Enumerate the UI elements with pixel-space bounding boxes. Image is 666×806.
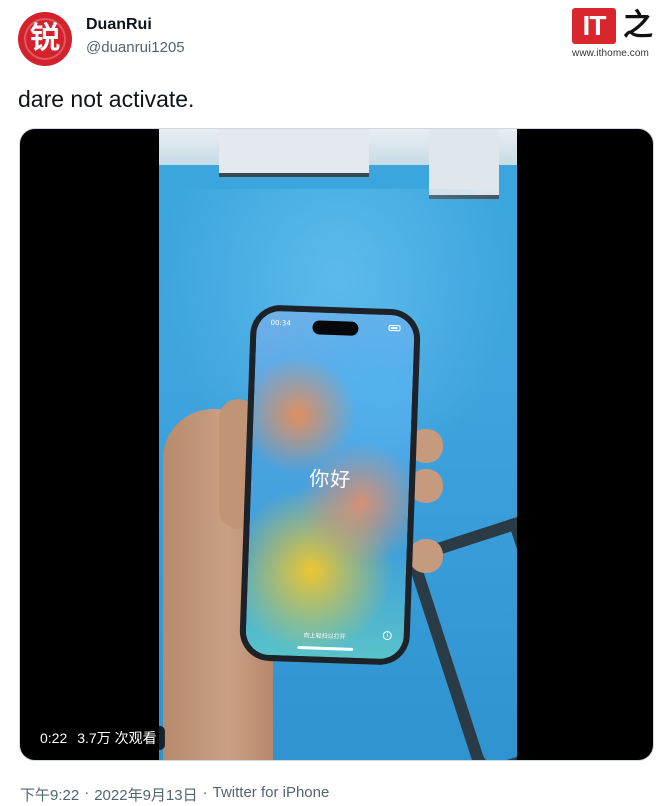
tweet-text: dare not activate. [18, 86, 195, 112]
home-indicator [297, 645, 354, 651]
video-info-overlay: 0:22 3.7万 次观看 [32, 726, 165, 750]
phone-greeting: 你好 [308, 466, 352, 492]
logo-url: www.ithome.com [572, 48, 649, 59]
dynamic-island [312, 320, 359, 336]
background-cabinet [219, 129, 369, 177]
video-player[interactable]: 00:34 你好 向上轻扫以打开 i 0:22 3.7万 次观看 [19, 128, 654, 761]
meta-separator: · [84, 784, 90, 801]
phone-swipe-hint: 向上轻扫以打开 [303, 632, 346, 641]
tweet-meta: 下午9:22 · 2022年9月13日 · Twitter for iPhone [20, 784, 329, 805]
phone: 00:34 你好 向上轻扫以打开 i [238, 304, 422, 666]
finger [409, 539, 443, 573]
author-avatar[interactable]: 锐 [18, 12, 72, 66]
logo-char: 之 [623, 8, 653, 43]
battery-icon [388, 324, 401, 332]
ithome-watermark-logo: IT 之 www.ithome.com [572, 8, 658, 60]
video-frame[interactable]: 00:34 你好 向上轻扫以打开 i [159, 129, 517, 760]
tweet-date[interactable]: 2022年9月13日 [94, 784, 197, 805]
phone-status-time: 00:34 [270, 318, 291, 328]
tweet-source[interactable]: Twitter for iPhone [213, 784, 330, 805]
phone-screen: 00:34 你好 向上轻扫以打开 i [245, 310, 415, 660]
logo-letters: IT [572, 8, 616, 44]
author-display-name[interactable]: DuanRui [86, 16, 152, 34]
author-handle[interactable]: @duanrui1205 [86, 39, 185, 56]
video-view-count: 3.7万 次观看 [77, 730, 157, 746]
tweet-time[interactable]: 下午9:22 [20, 784, 79, 805]
video-duration: 0:22 [40, 730, 68, 746]
avatar-ring [24, 18, 66, 60]
meta-separator: · [202, 784, 208, 801]
